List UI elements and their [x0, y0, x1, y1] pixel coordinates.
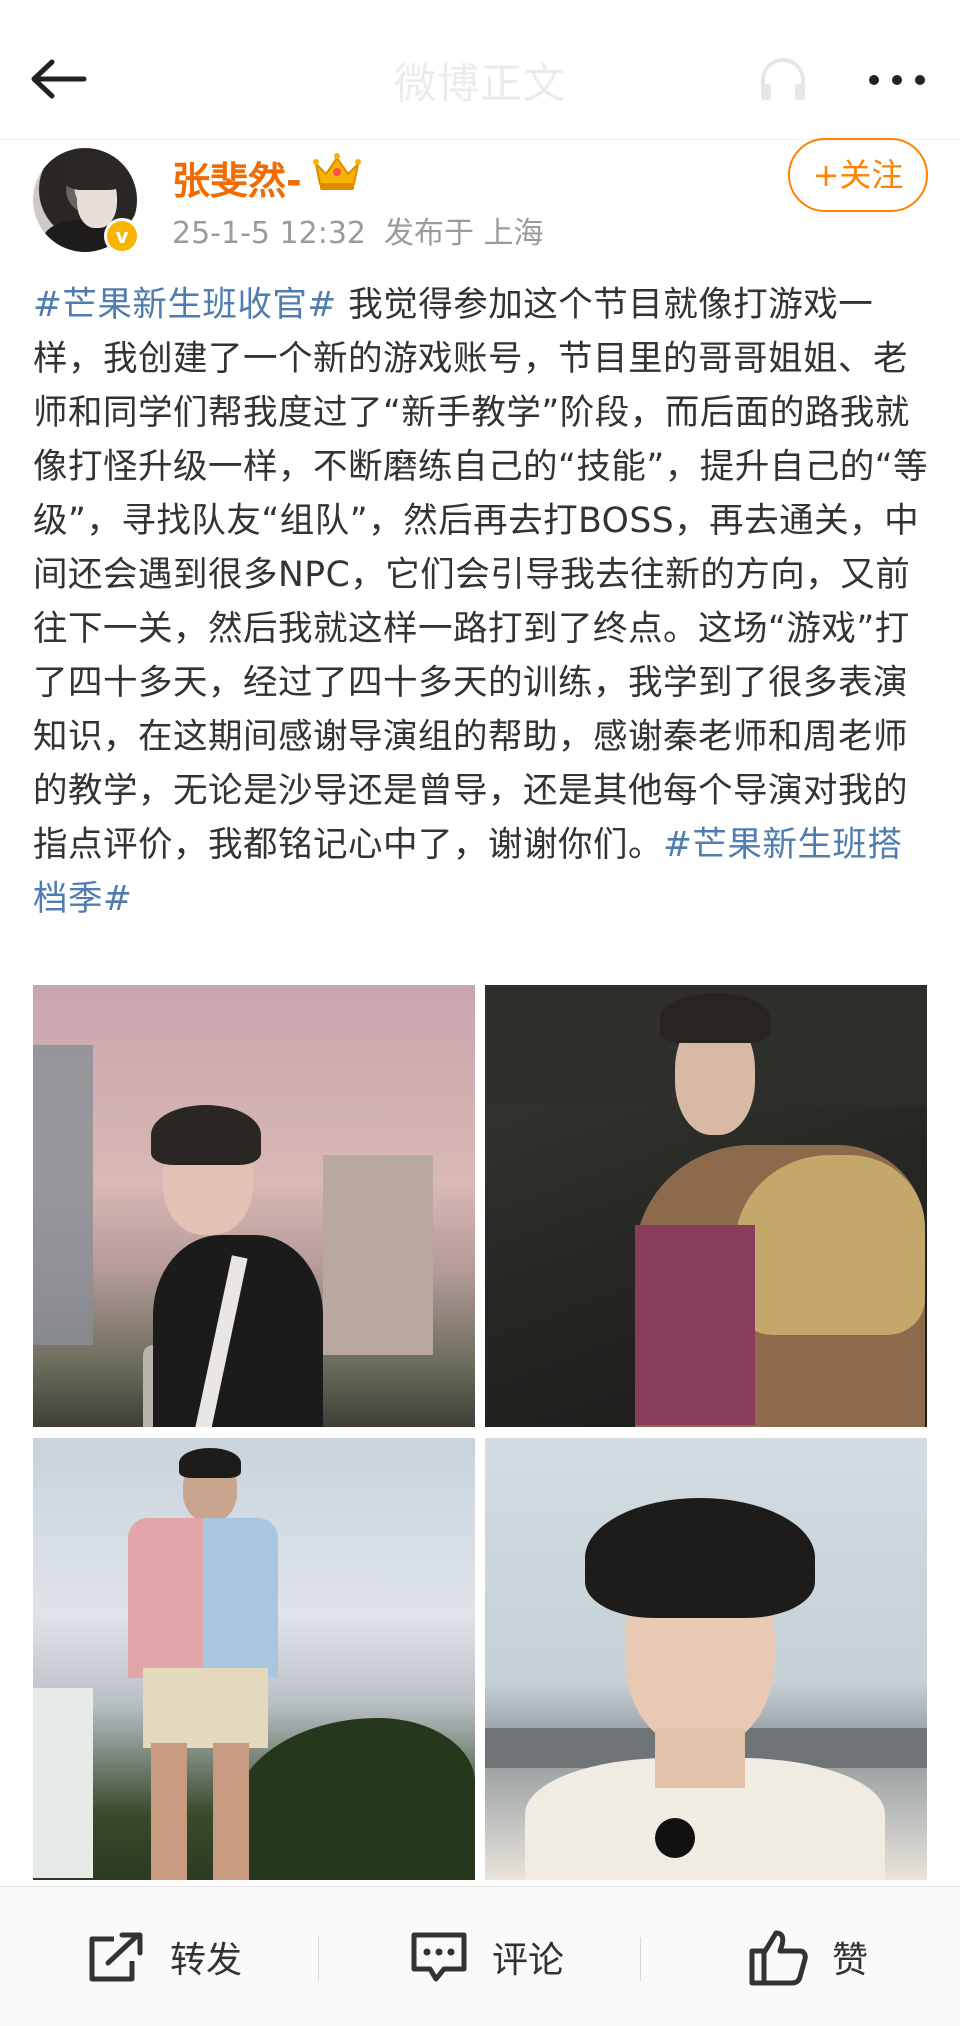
divider [318, 1937, 319, 1981]
like-label: 赞 [832, 1940, 869, 1981]
comment-icon [411, 1932, 467, 1982]
post-image-3[interactable] [33, 1438, 475, 1880]
verified-badge-icon: v [104, 218, 140, 254]
follow-button[interactable]: +关注 [788, 138, 928, 212]
repost-button[interactable]: 转发 [86, 1925, 242, 1989]
comment-button[interactable]: 评论 [408, 1925, 564, 1989]
post-image-4[interactable] [485, 1438, 927, 1880]
thumbs-up-icon [749, 1930, 808, 1986]
hashtag-link[interactable]: #芒果新生班收官# [33, 285, 337, 325]
post-image-2[interactable] [485, 985, 927, 1427]
divider [640, 1937, 641, 1981]
comment-label: 评论 [492, 1940, 565, 1981]
page-title: 微博正文 [393, 59, 566, 108]
post-image-1[interactable] [33, 985, 475, 1427]
more-dots-icon [869, 75, 925, 85]
more-button[interactable] [862, 62, 932, 98]
post-body: 我觉得参加这个节目就像打游戏一样，我创建了一个新的游戏账号，节目里的哥哥姐姐、老… [33, 285, 929, 865]
repost-icon [89, 1932, 143, 1982]
bottom-action-bar: 转发 评论 赞 [0, 1886, 960, 2026]
post-meta: 25-1-5 12:32 发布于 上海 [172, 208, 562, 252]
username[interactable]: 张斐然- [172, 150, 302, 205]
post-text: #芒果新生班收官# 我觉得参加这个节目就像打游戏一样，我创建了一个新的游戏账号，… [33, 278, 933, 926]
headphones-icon[interactable] [753, 50, 813, 110]
crown-icon[interactable] [310, 150, 364, 194]
repost-label: 转发 [170, 1940, 243, 1981]
post-date: 25-1-5 12:32 [172, 216, 366, 251]
like-button[interactable]: 赞 [748, 1925, 868, 1989]
post-location: 发布于 上海 [384, 216, 544, 251]
top-bar: 微博正文 [0, 0, 960, 140]
